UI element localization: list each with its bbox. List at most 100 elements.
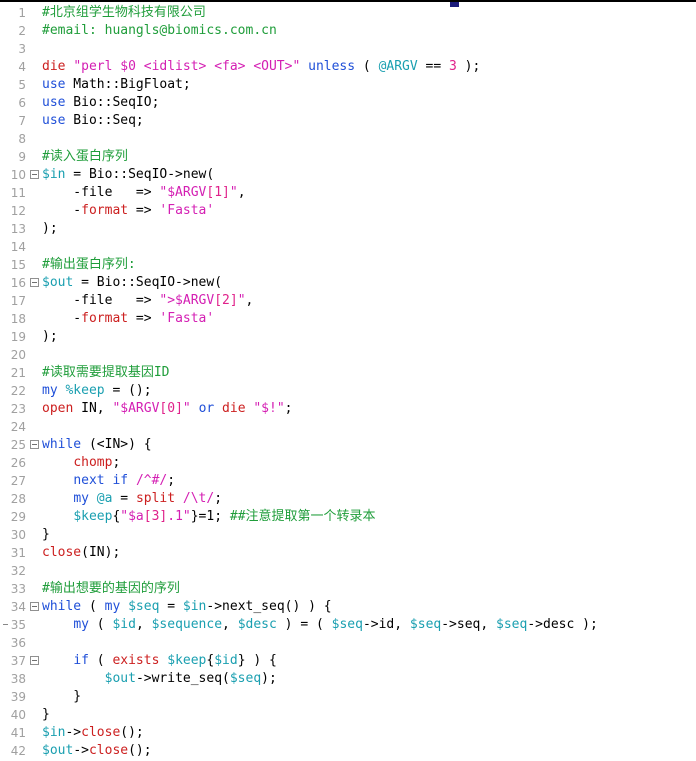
code-text[interactable]: -file => "$ARGV[1]", <box>42 184 696 202</box>
token-builtin: chomp <box>73 455 113 470</box>
code-line[interactable]: 9 #读入蛋白序列 <box>0 148 696 166</box>
code-text[interactable]: #email: huangls@biomics.com.cn <box>42 22 696 40</box>
code-text[interactable]: open IN, "$ARGV[0]" or die "$!"; <box>42 400 696 418</box>
code-text[interactable]: } <box>42 526 696 544</box>
line-number: 23 <box>10 402 26 416</box>
code-line[interactable]: 29 $keep{"$a[3].1"}=1; ##注意提取第一个转录本 <box>0 508 696 526</box>
token-var: $seq <box>229 671 262 686</box>
code-line[interactable]: 19); <box>0 328 696 346</box>
fold-marker-column[interactable] <box>29 274 42 292</box>
token-plain: ; <box>112 455 121 470</box>
code-text[interactable]: my %keep = (); <box>42 382 696 400</box>
code-text[interactable]: close(IN); <box>42 544 696 562</box>
code-line[interactable]: 6 use Bio::SeqIO; <box>0 94 696 112</box>
code-line[interactable]: 36 <box>0 634 696 652</box>
code-line[interactable]: 20 <box>0 346 696 364</box>
code-editor[interactable]: 1 #北京组学生物科技有限公司 2 #email: huangls@biomics.c… <box>0 0 696 761</box>
fold-collapse-icon[interactable] <box>30 440 39 449</box>
token-var: $seq <box>409 617 442 632</box>
code-line[interactable]: 41 $in->close(); <box>0 724 696 742</box>
code-text[interactable]: $keep{"$a[3].1"}=1; ##注意提取第一个转录本 <box>42 508 696 526</box>
code-line[interactable]: 35 my ( $id, $sequence, $desc ) = ( $seq… <box>0 616 696 634</box>
code-line[interactable]: 7 use Bio::Seq; <box>0 112 696 130</box>
code-line[interactable]: 37 if ( exists $keep{$id} ) { <box>0 652 696 670</box>
code-text[interactable]: while (<IN>) { <box>42 436 696 454</box>
code-line[interactable]: 21 #读取需要提取基因ID <box>0 364 696 382</box>
fold-collapse-icon[interactable] <box>30 602 39 611</box>
code-line[interactable]: 15 #输出蛋白序列: <box>0 256 696 274</box>
code-text[interactable]: #输出想要的基因的序列 <box>42 580 696 598</box>
code-text[interactable]: my ( $id, $sequence, $desc ) = ( $seq->i… <box>42 616 696 634</box>
code-line[interactable]: 31 close(IN); <box>0 544 696 562</box>
code-text[interactable]: -format => 'Fasta' <box>42 202 696 220</box>
code-text[interactable]: while ( my $seq = $in->next_seq() ) { <box>42 598 696 616</box>
code-line[interactable]: 10 $in = Bio::SeqIO->new( <box>0 166 696 184</box>
code-text[interactable]: $in = Bio::SeqIO->new( <box>42 166 696 184</box>
fold-marker-column[interactable] <box>29 598 42 616</box>
code-line[interactable]: 40} <box>0 706 696 724</box>
code-line[interactable]: 38 $out->write_seq($seq); <box>0 670 696 688</box>
code-line[interactable]: 30} <box>0 526 696 544</box>
code-text[interactable]: } <box>42 706 696 724</box>
fold-collapse-icon[interactable] <box>30 656 39 665</box>
code-line[interactable]: 14 <box>0 238 696 256</box>
code-line[interactable]: 42 $out->close(); <box>0 742 696 760</box>
code-text[interactable]: #输出蛋白序列: <box>42 256 696 274</box>
line-number: 35 <box>10 618 26 632</box>
fold-marker-column[interactable] <box>29 166 42 184</box>
code-line[interactable]: 12 -format => 'Fasta' <box>0 202 696 220</box>
token-var: $seq <box>496 617 528 632</box>
code-text[interactable]: $in->close(); <box>42 724 696 742</box>
code-text[interactable]: $out->close(); <box>42 742 696 760</box>
code-text[interactable]: use Bio::SeqIO; <box>42 94 696 112</box>
token-keyword: while <box>42 599 82 614</box>
code-text[interactable]: -format => 'Fasta' <box>42 310 696 328</box>
code-text[interactable]: -file => ">$ARGV[2]", <box>42 292 696 310</box>
code-line[interactable]: 34 while ( my $seq = $in->next_seq() ) { <box>0 598 696 616</box>
code-line[interactable]: 18 -format => 'Fasta' <box>0 310 696 328</box>
code-line[interactable]: 4 die "perl $0 <idlist> <fa> <OUT>" unles… <box>0 58 696 76</box>
fold-marker-column[interactable] <box>29 652 42 670</box>
code-line[interactable]: 11 -file => "$ARGV[1]", <box>0 184 696 202</box>
code-line[interactable]: 2 #email: huangls@biomics.com.cn <box>0 22 696 40</box>
code-line[interactable]: 33 #输出想要的基因的序列 <box>0 580 696 598</box>
token-plain: = <box>112 491 136 506</box>
token-plain: => <box>128 203 160 218</box>
code-text[interactable]: $out->write_seq($seq); <box>42 670 696 688</box>
fold-marker-column[interactable] <box>29 436 42 454</box>
code-text[interactable]: #读入蛋白序列 <box>42 148 696 166</box>
code-text[interactable]: $out = Bio::SeqIO->new( <box>42 274 696 292</box>
code-text[interactable]: if ( exists $keep{$id} ) { <box>42 652 696 670</box>
code-text[interactable]: die "perl $0 <idlist> <fa> <OUT>" unless… <box>42 58 696 76</box>
code-line[interactable]: 32 <box>0 562 696 580</box>
code-line[interactable]: 28 my @a = split /\t/; <box>0 490 696 508</box>
code-line[interactable]: 27 next if /^#/; <box>0 472 696 490</box>
code-line[interactable]: 1 #北京组学生物科技有限公司 <box>0 4 696 22</box>
code-line[interactable]: 39 } <box>0 688 696 706</box>
code-line[interactable]: 3 <box>0 40 696 58</box>
code-text[interactable]: ); <box>42 328 696 346</box>
code-text[interactable]: my @a = split /\t/; <box>42 490 696 508</box>
code-line[interactable]: 25 while (<IN>) { <box>0 436 696 454</box>
code-line[interactable]: 17 -file => ">$ARGV[2]", <box>0 292 696 310</box>
code-line[interactable]: 16 $out = Bio::SeqIO->new( <box>0 274 696 292</box>
code-text[interactable]: ); <box>42 220 696 238</box>
code-text[interactable]: use Bio::Seq; <box>42 112 696 130</box>
code-line[interactable]: 22 my %keep = (); <box>0 382 696 400</box>
code-text[interactable]: #北京组学生物科技有限公司 <box>42 4 696 22</box>
code-lines-container[interactable]: 1 #北京组学生物科技有限公司 2 #email: huangls@biomics.c… <box>0 4 696 761</box>
fold-collapse-icon[interactable] <box>30 278 39 287</box>
code-line[interactable]: 23 open IN, "$ARGV[0]" or die "$!"; <box>0 400 696 418</box>
code-line[interactable]: 26 chomp; <box>0 454 696 472</box>
code-text[interactable]: use Math::BigFloat; <box>42 76 696 94</box>
code-text[interactable]: chomp; <box>42 454 696 472</box>
code-line[interactable]: 8 <box>0 130 696 148</box>
code-text[interactable]: next if /^#/; <box>42 472 696 490</box>
code-line[interactable]: 24 <box>0 418 696 436</box>
code-line[interactable]: 5 use Math::BigFloat; <box>0 76 696 94</box>
code-text[interactable]: #读取需要提取基因ID <box>42 364 696 382</box>
code-line[interactable]: 13); <box>0 220 696 238</box>
fold-collapse-icon[interactable] <box>30 170 39 179</box>
fold-marker-column <box>29 94 42 112</box>
code-text[interactable]: } <box>42 688 696 706</box>
